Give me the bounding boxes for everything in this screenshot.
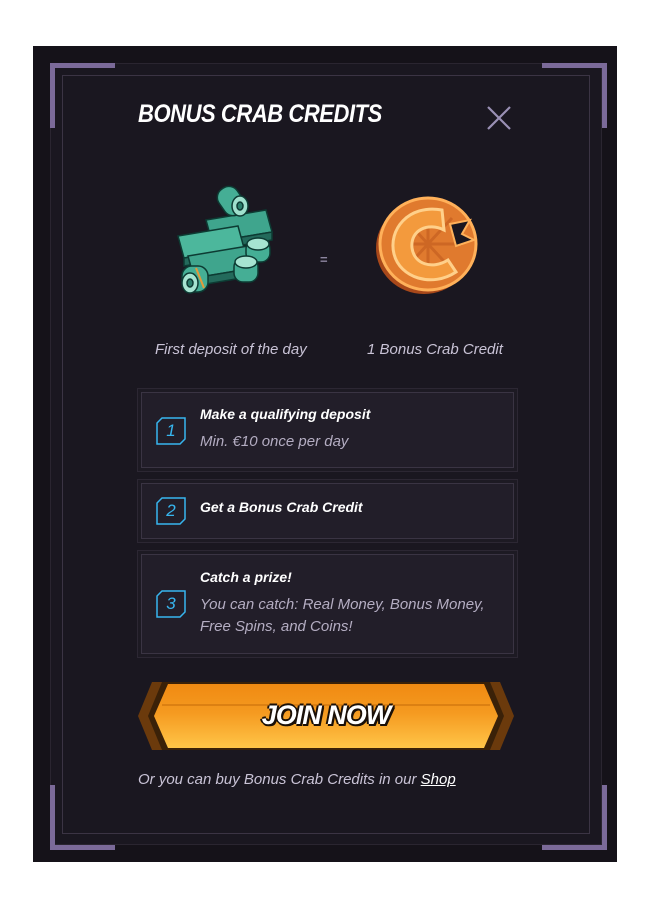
credit-caption: 1 Bonus Crab Credit <box>367 341 503 358</box>
step-number: 2 <box>166 501 176 520</box>
step-number: 3 <box>166 594 176 613</box>
step-title: Make a qualifying deposit <box>200 406 371 422</box>
dialog-title: BONUS CRAB CREDITS <box>138 100 382 128</box>
cash-stack-icon <box>168 180 278 305</box>
join-now-button[interactable]: JOIN NOW <box>138 680 514 752</box>
step-number-badge: 1 <box>156 417 186 445</box>
step-description: Min. €10 once per day <box>200 433 349 450</box>
step-number-badge: 3 <box>156 590 186 618</box>
step-number-badge: 2 <box>156 497 186 525</box>
shop-footer-text: Or you can buy Bonus Crab Credits in our… <box>138 771 456 788</box>
frame-corner-top-left <box>50 63 115 128</box>
frame-line-right <box>589 75 590 833</box>
footer-text: Or you can buy Bonus Crab Credits in our <box>138 771 421 788</box>
step-card-1: 1 Make a qualifying deposit Min. €10 onc… <box>141 392 514 468</box>
step-title: Catch a prize! <box>200 569 292 585</box>
step-description: You can catch: Real Money, Bonus Money, … <box>200 596 485 635</box>
crab-coin-icon <box>370 190 485 300</box>
equals-sign: = <box>320 252 328 267</box>
step-card-2: 2 Get a Bonus Crab Credit <box>141 483 514 539</box>
shop-link[interactable]: Shop <box>421 771 456 788</box>
frame-corner-top-right <box>542 63 607 128</box>
frame-corner-bottom-right <box>542 785 607 850</box>
deposit-caption: First deposit of the day <box>155 341 307 358</box>
frame-line-left <box>62 75 63 833</box>
close-icon[interactable] <box>484 103 514 133</box>
frame-corner-bottom-left <box>50 785 115 850</box>
join-now-label: JOIN NOW <box>261 700 392 730</box>
step-card-3: 3 Catch a prize! You can catch: Real Mon… <box>141 554 514 654</box>
frame-line-top <box>62 75 590 76</box>
step-number: 1 <box>166 421 176 440</box>
frame-line-bottom <box>62 833 590 834</box>
step-title: Get a Bonus Crab Credit <box>200 499 363 515</box>
